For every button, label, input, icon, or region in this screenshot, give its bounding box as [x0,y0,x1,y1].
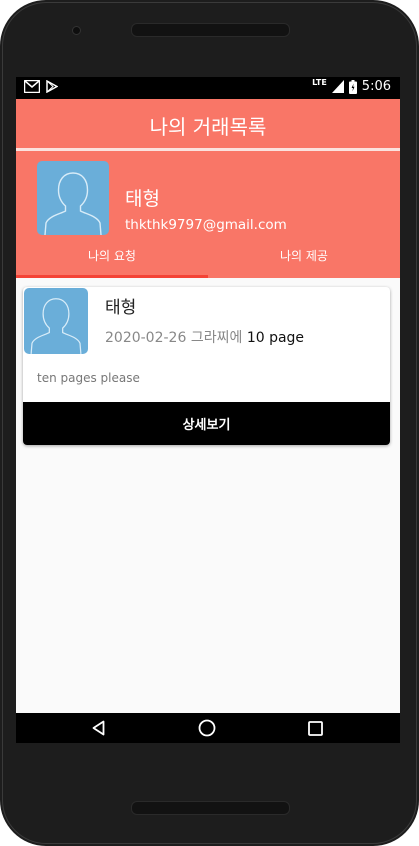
back-icon [92,720,105,736]
request-item: 그라찌에 [190,330,243,346]
request-date: 2020-02-26 [105,330,187,346]
profile-email: thkthk9797@gmail.com [125,217,287,233]
request-page-count: 10 page [246,330,305,346]
tab-indicator [16,275,208,278]
gmail-notification-icon [24,80,40,93]
default-user-icon [44,172,102,235]
profile-name: 태형 [125,188,160,210]
app-bar: 나의 거래목록 [16,99,400,148]
request-message: ten pages please [37,371,140,385]
front-camera [72,26,81,35]
bottom-speaker [131,801,290,815]
view-details-button[interactable]: 상세보기 [23,402,390,445]
requester-avatar [24,288,88,354]
recents-button[interactable] [295,713,335,743]
home-icon [198,719,216,737]
requester-name: 태형 [105,298,137,318]
home-button[interactable] [187,713,227,743]
battery-icon [348,79,357,94]
request-card: 태형 2020-02-26 그라찌에 10 page ten pages ple… [23,287,390,445]
profile-header: 태형 thkthk9797@gmail.com 나의 요청 나의 제공 [16,151,400,278]
request-meta: 2020-02-26 그라찌에 10 page [105,327,304,347]
play-store-notification-icon [46,80,58,93]
back-button[interactable] [79,713,119,743]
clock: 5:06 [361,79,391,94]
top-speaker [131,23,290,37]
avatar [37,161,109,235]
default-user-icon [30,298,82,354]
tab-my-requests[interactable]: 나의 요청 [16,247,208,264]
network-type-label: LTE [312,78,327,87]
status-bar: LTE 5:06 [16,77,400,99]
navigation-bar [16,713,400,743]
screen: LTE 5:06 나의 거래목록 태형 thkthk9797@gmail.com… [16,77,400,743]
page-title: 나의 거래목록 [149,115,267,139]
phone-frame: LTE 5:06 나의 거래목록 태형 thkthk9797@gmail.com… [0,0,419,846]
signal-icon [331,80,344,93]
recents-icon [307,720,323,736]
tab-my-offers[interactable]: 나의 제공 [208,247,400,264]
